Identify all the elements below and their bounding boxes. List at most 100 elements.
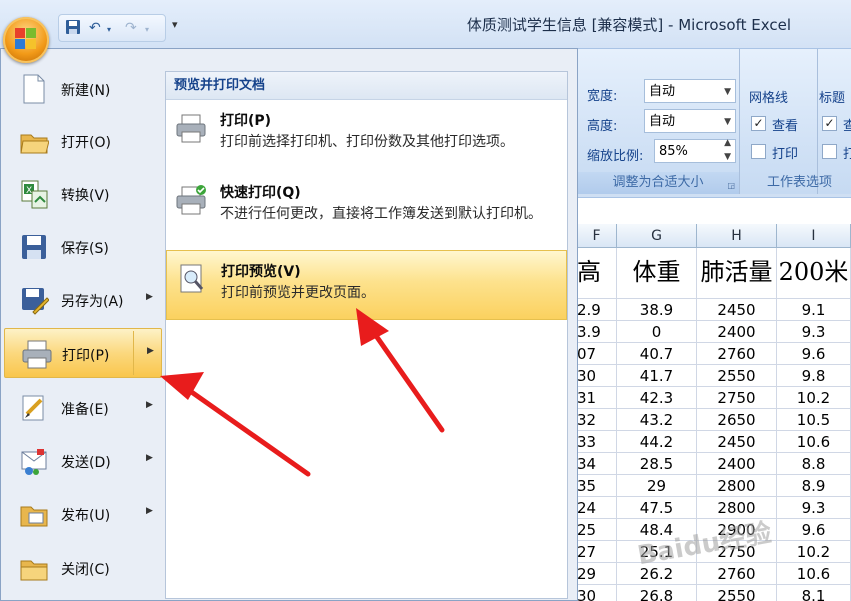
print-submenu-header: 预览并打印文档	[166, 72, 567, 100]
column-header[interactable]: G	[617, 224, 697, 248]
column-header[interactable]: I	[777, 224, 851, 248]
table-cell[interactable]: 8.9	[777, 475, 851, 497]
print-option-desc: 打印前预览并更改页面。	[221, 285, 375, 301]
table-cell[interactable]: 42.3	[617, 387, 697, 409]
menu-item-7[interactable]: 发送(D) ▶	[4, 436, 162, 486]
table-cell[interactable]: 44.2	[617, 431, 697, 453]
gridlines-print-checkbox[interactable]	[751, 144, 766, 159]
table-cell[interactable]: 35	[577, 475, 617, 497]
table-cell[interactable]: 2650	[697, 409, 777, 431]
table-cell[interactable]: 9.3	[777, 321, 851, 343]
submenu-arrow-icon: ▶	[146, 453, 153, 463]
menu-item-2[interactable]: X 转换(V)	[4, 169, 162, 219]
table-cell[interactable]: 34	[577, 453, 617, 475]
table-cell[interactable]: 9.6	[777, 343, 851, 365]
table-cell[interactable]: 30	[577, 365, 617, 387]
submenu-arrow-icon: ▶	[146, 292, 153, 302]
table-cell[interactable]: 29	[577, 563, 617, 585]
menu-item-4[interactable]: 另存为(A) ▶	[4, 275, 162, 325]
scale-group-label: 调整为合适大小	[577, 172, 739, 194]
menu-item-label: 关闭(C)	[61, 562, 110, 578]
table-cell[interactable]: 0	[617, 321, 697, 343]
table-cell[interactable]: 40.7	[617, 343, 697, 365]
table-cell[interactable]: 8.1	[777, 585, 851, 601]
table-cell[interactable]: 07	[577, 343, 617, 365]
table-cell[interactable]: 2.9	[577, 299, 617, 321]
svg-text:X: X	[26, 186, 32, 196]
spin-down-icon[interactable]: ▼	[724, 150, 731, 164]
table-cell[interactable]: 47.5	[617, 497, 697, 519]
table-cell[interactable]: 26.8	[617, 585, 697, 601]
table-cell[interactable]: 3.9	[577, 321, 617, 343]
dialog-launcher-icon[interactable]: ◲	[727, 181, 735, 190]
header-cell[interactable]: 肺活量	[697, 248, 777, 299]
print-option-2[interactable]: 打印预览(V) 打印前预览并更改页面。	[166, 250, 567, 320]
header-cell[interactable]: 体重	[617, 248, 697, 299]
print-option-title: 快速打印(Q)	[220, 185, 301, 201]
table-cell[interactable]: 25	[577, 519, 617, 541]
table-cell[interactable]: 2450	[697, 431, 777, 453]
menu-item-5[interactable]: 打印(P) ▶	[4, 328, 162, 378]
table-cell[interactable]: 2800	[697, 475, 777, 497]
table-cell[interactable]: 32	[577, 409, 617, 431]
table-cell[interactable]: 8.8	[777, 453, 851, 475]
quick-print-icon	[174, 184, 208, 216]
print-submenu: 预览并打印文档 打印(P) 打印前选择打印机、打印份数及其他打印选项。 快速打印(Q…	[165, 71, 568, 599]
table-cell[interactable]: 29	[617, 475, 697, 497]
header-cell[interactable]: 高	[577, 248, 617, 299]
height-combo[interactable]: 自动 ▼	[644, 109, 736, 133]
table-cell[interactable]: 41.7	[617, 365, 697, 387]
menu-item-1[interactable]: 打开(O)	[4, 116, 162, 166]
table-cell[interactable]: 31	[577, 387, 617, 409]
table-cell[interactable]: 2450	[697, 299, 777, 321]
table-cell[interactable]: 28.5	[617, 453, 697, 475]
spin-up-icon[interactable]: ▲	[724, 136, 731, 150]
column-header[interactable]: F	[577, 224, 617, 248]
table-cell[interactable]: 2760	[697, 343, 777, 365]
table-cell[interactable]: 10.6	[777, 563, 851, 585]
table-cell[interactable]: 9.1	[777, 299, 851, 321]
table-cell[interactable]: 2550	[697, 585, 777, 601]
table-cell[interactable]: 2750	[697, 387, 777, 409]
scale-label: 缩放比例:	[587, 149, 644, 164]
gridlines-label: 网格线	[749, 91, 789, 106]
office-button[interactable]	[3, 17, 49, 63]
formula-bar[interactable]	[577, 197, 851, 225]
table-cell[interactable]: 24	[577, 497, 617, 519]
print-option-0[interactable]: 打印(P) 打印前选择打印机、打印份数及其他打印选项。	[166, 100, 567, 170]
table-cell[interactable]: 30	[577, 585, 617, 601]
table-cell[interactable]: 2400	[697, 453, 777, 475]
table-cell[interactable]: 10.5	[777, 409, 851, 431]
headings-print-checkbox[interactable]	[822, 144, 837, 159]
table-cell[interactable]: 2760	[697, 563, 777, 585]
office-logo-icon	[15, 28, 37, 50]
width-label: 宽度:	[587, 89, 618, 104]
table-cell[interactable]: 27	[577, 541, 617, 563]
table-cell[interactable]: 33	[577, 431, 617, 453]
menu-item-3[interactable]: 保存(S)	[4, 222, 162, 272]
window-title: 体质测试学生信息 [兼容模式] - Microsoft Excel	[466, 16, 791, 34]
table-cell[interactable]: 10.2	[777, 387, 851, 409]
print-preview-icon	[175, 263, 209, 295]
headings-view-checkbox[interactable]: ✓	[822, 116, 837, 131]
print-option-1[interactable]: 快速打印(Q) 不进行任何更改，直接将工作簿发送到默认打印机。	[166, 172, 567, 248]
printer-icon	[174, 112, 208, 144]
column-header[interactable]: H	[697, 224, 777, 248]
menu-item-8[interactable]: 发布(U) ▶	[4, 489, 162, 539]
gridlines-view-checkbox[interactable]: ✓	[751, 116, 766, 131]
width-combo[interactable]: 自动 ▼	[644, 79, 736, 103]
sheet-options-label: 工作表选项	[767, 175, 833, 190]
header-cell[interactable]: 200米	[777, 248, 851, 299]
table-cell[interactable]: 43.2	[617, 409, 697, 431]
width-value: 自动	[649, 84, 676, 99]
menu-item-6[interactable]: 准备(E) ▶	[4, 383, 162, 433]
scale-spinner[interactable]: 85% ▲ ▼	[654, 136, 736, 164]
table-cell[interactable]: 2550	[697, 365, 777, 387]
table-cell[interactable]: 2400	[697, 321, 777, 343]
table-cell[interactable]: 38.9	[617, 299, 697, 321]
table-cell[interactable]: 10.6	[777, 431, 851, 453]
menu-item-9[interactable]: 关闭(C)	[4, 543, 162, 593]
menu-item-0[interactable]: 新建(N)	[4, 64, 162, 114]
table-cell[interactable]: 9.8	[777, 365, 851, 387]
menu-item-label: 打开(O)	[61, 135, 111, 151]
